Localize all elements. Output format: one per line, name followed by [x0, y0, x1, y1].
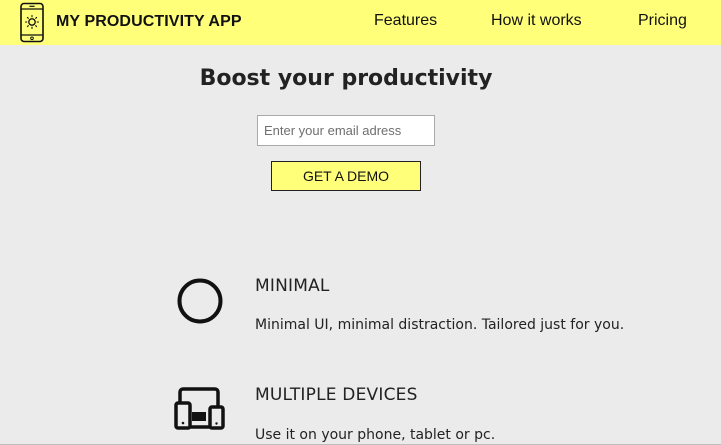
- nav-link-features[interactable]: Features: [374, 12, 437, 30]
- email-field[interactable]: [257, 115, 435, 146]
- feature-title-minimal: MINIMAL: [255, 276, 330, 296]
- page: MY PRODUCTIVITY APP Features How it work…: [0, 0, 721, 445]
- top-nav-bar: MY PRODUCTIVITY APP Features How it work…: [0, 0, 721, 45]
- circle-icon: [177, 278, 223, 324]
- hero-title: Boost your productivity: [199, 66, 493, 91]
- feature-title-multiple-devices: MULTIPLE DEVICES: [255, 385, 418, 405]
- feature-description-multiple-devices: Use it on your phone, tablet or pc.: [255, 427, 496, 443]
- phone-sun-icon[interactable]: [18, 2, 46, 43]
- get-demo-button[interactable]: GET A DEMO: [271, 161, 421, 191]
- brand-name: MY PRODUCTIVITY APP: [56, 13, 242, 30]
- nav-link-how-it-works[interactable]: How it works: [491, 12, 582, 30]
- nav-link-pricing[interactable]: Pricing: [638, 12, 687, 30]
- feature-description-minimal: Minimal UI, minimal distraction. Tailore…: [255, 317, 625, 333]
- multiple-devices-icon: [174, 387, 225, 430]
